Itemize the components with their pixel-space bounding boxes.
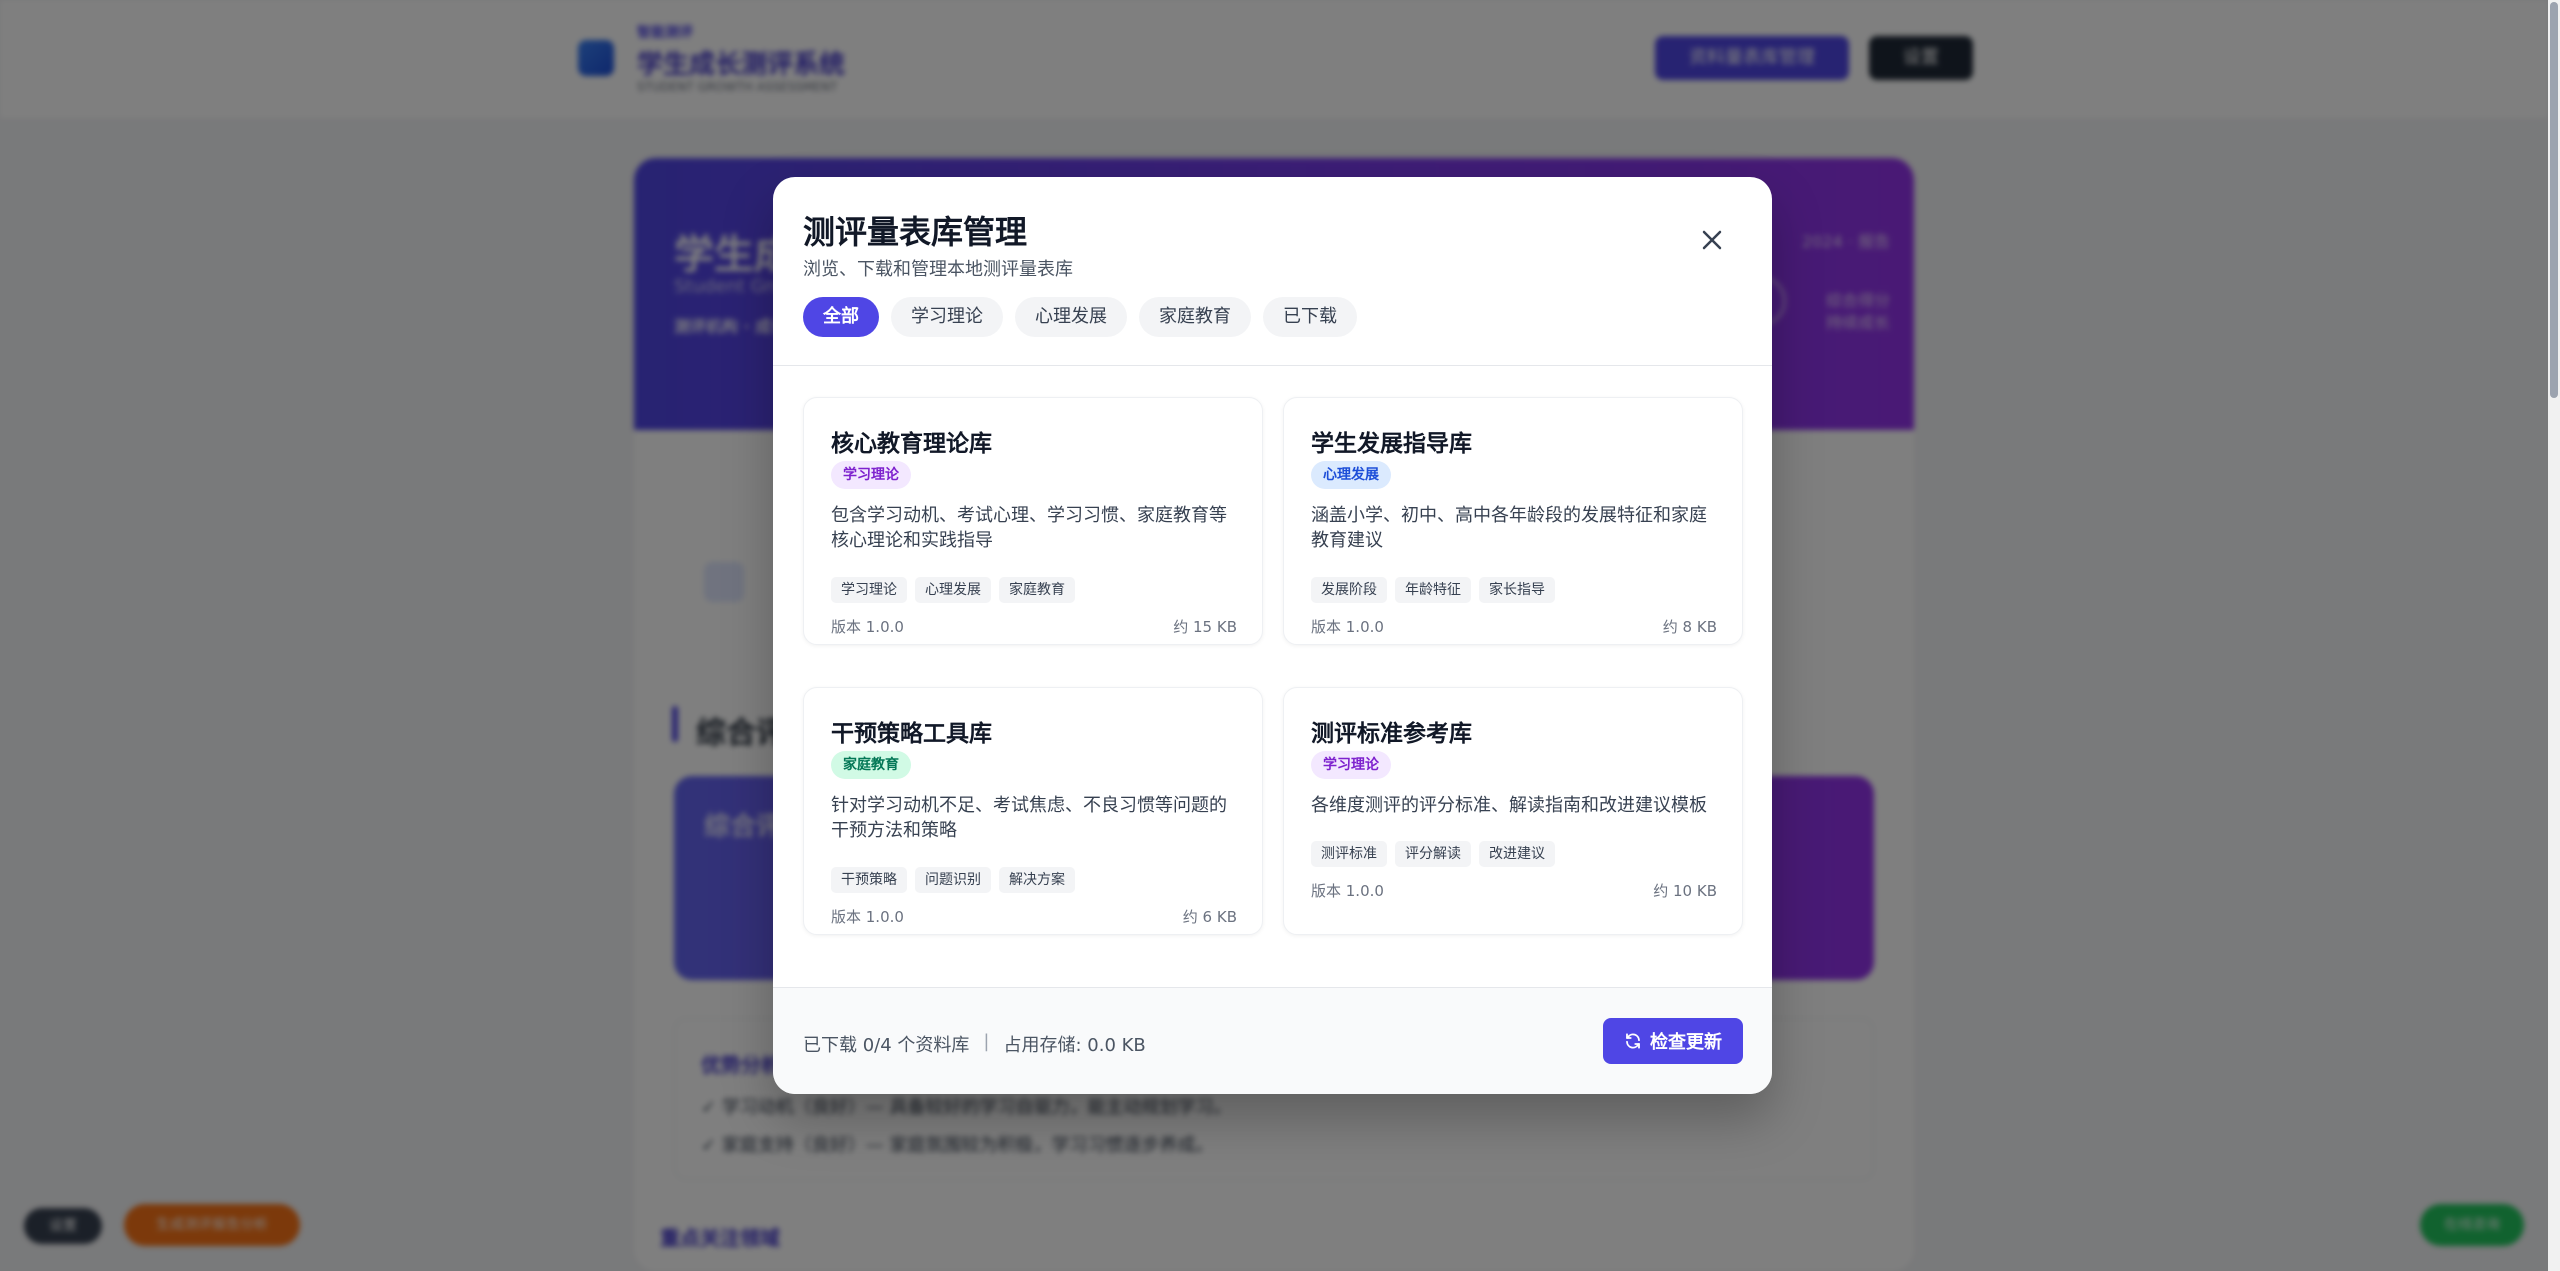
library-modal: 测评量表库管理 浏览、下载和管理本地测评量表库 全部 学习理论 心理发展 家庭教… [773, 177, 1772, 1094]
card-footer: 版本 1.0.0 约 6 KB [831, 906, 1237, 927]
card-title: 核心教育理论库 [831, 431, 992, 457]
tab-all[interactable]: 全部 [803, 297, 879, 337]
stats-separator: | [983, 1031, 990, 1052]
tag: 家庭教育 [999, 577, 1075, 603]
tag: 学习理论 [831, 577, 907, 603]
modal-footer: 已下载 0/4 个资料库 | 占用存储: 0.0 KB 检查更新 [773, 988, 1772, 1094]
modal-title: 测评量表库管理 [803, 213, 1028, 251]
card-size: 约 15 KB [1173, 618, 1237, 636]
card-version: 版本 1.0.0 [1311, 882, 1384, 900]
category-badge: 学习理论 [831, 461, 911, 489]
check-update-label: 检查更新 [1650, 1032, 1722, 1053]
library-card[interactable]: 核心教育理论库 学习理论 包含学习动机、考试心理、学习习惯、家庭教育等核心理论和… [803, 397, 1263, 645]
category-badge: 心理发展 [1311, 461, 1391, 489]
card-version: 版本 1.0.0 [831, 908, 904, 926]
tag: 家长指导 [1479, 577, 1555, 603]
category-badge: 家庭教育 [831, 751, 911, 779]
card-description: 涵盖小学、初中、高中各年龄段的发展特征和家庭教育建议 [1311, 505, 1707, 551]
storage-used: 占用存储: 0.0 KB [1003, 1035, 1146, 1056]
storage-stats: 已下载 0/4 个资料库 | 占用存储: 0.0 KB [803, 1031, 1146, 1057]
tag: 问题识别 [915, 867, 991, 893]
tag: 年龄特征 [1395, 577, 1471, 603]
library-card[interactable]: 学生发展指导库 心理发展 涵盖小学、初中、高中各年龄段的发展特征和家庭教育建议 … [1283, 397, 1743, 645]
tag-list: 测评标准 评分解读 改进建议 [1311, 841, 1555, 867]
tag: 评分解读 [1395, 841, 1471, 867]
card-footer: 版本 1.0.0 约 10 KB [1311, 880, 1717, 901]
tag: 干预策略 [831, 867, 907, 893]
card-footer: 版本 1.0.0 约 15 KB [831, 616, 1237, 637]
card-size: 约 10 KB [1653, 882, 1717, 900]
close-icon [1702, 230, 1722, 250]
header-divider [773, 365, 1772, 366]
card-description: 各维度测评的评分标准、解读指南和改进建议模板 [1311, 795, 1707, 816]
tab-learning-theory[interactable]: 学习理论 [891, 297, 1003, 337]
tab-psych-development[interactable]: 心理发展 [1015, 297, 1127, 337]
tag: 发展阶段 [1311, 577, 1387, 603]
tag: 心理发展 [915, 577, 991, 603]
page-scrollbar[interactable] [2548, 0, 2560, 1271]
card-description: 包含学习动机、考试心理、学习习惯、家庭教育等核心理论和实践指导 [831, 505, 1227, 551]
library-card[interactable]: 测评标准参考库 学习理论 各维度测评的评分标准、解读指南和改进建议模板 测评标准… [1283, 687, 1743, 935]
library-card[interactable]: 干预策略工具库 家庭教育 针对学习动机不足、考试焦虑、不良习惯等问题的干预方法和… [803, 687, 1263, 935]
category-badge: 学习理论 [1311, 751, 1391, 779]
close-button[interactable] [1693, 221, 1731, 259]
check-update-button[interactable]: 检查更新 [1603, 1018, 1743, 1064]
refresh-icon [1626, 1033, 1640, 1049]
card-size: 约 8 KB [1662, 618, 1717, 636]
tab-downloaded[interactable]: 已下载 [1263, 297, 1357, 337]
tag: 改进建议 [1479, 841, 1555, 867]
card-size: 约 6 KB [1182, 908, 1237, 926]
scrollbar-thumb[interactable] [2550, 2, 2558, 398]
modal-subtitle: 浏览、下载和管理本地测评量表库 [803, 259, 1073, 280]
card-title: 学生发展指导库 [1311, 431, 1472, 457]
tab-family-education[interactable]: 家庭教育 [1139, 297, 1251, 337]
downloaded-count: 已下载 0/4 个资料库 [803, 1035, 970, 1056]
card-title: 干预策略工具库 [831, 721, 992, 747]
tag-list: 学习理论 心理发展 家庭教育 [831, 577, 1075, 603]
tag: 解决方案 [999, 867, 1075, 893]
card-description: 针对学习动机不足、考试焦虑、不良习惯等问题的干预方法和策略 [831, 795, 1227, 841]
card-title: 测评标准参考库 [1311, 721, 1472, 747]
tag-list: 发展阶段 年龄特征 家长指导 [1311, 577, 1555, 603]
card-version: 版本 1.0.0 [1311, 618, 1384, 636]
category-tabs: 全部 学习理论 心理发展 家庭教育 已下载 [803, 297, 1357, 337]
card-footer: 版本 1.0.0 约 8 KB [1311, 616, 1717, 637]
tag-list: 干预策略 问题识别 解决方案 [831, 867, 1075, 893]
tag: 测评标准 [1311, 841, 1387, 867]
card-version: 版本 1.0.0 [831, 618, 904, 636]
